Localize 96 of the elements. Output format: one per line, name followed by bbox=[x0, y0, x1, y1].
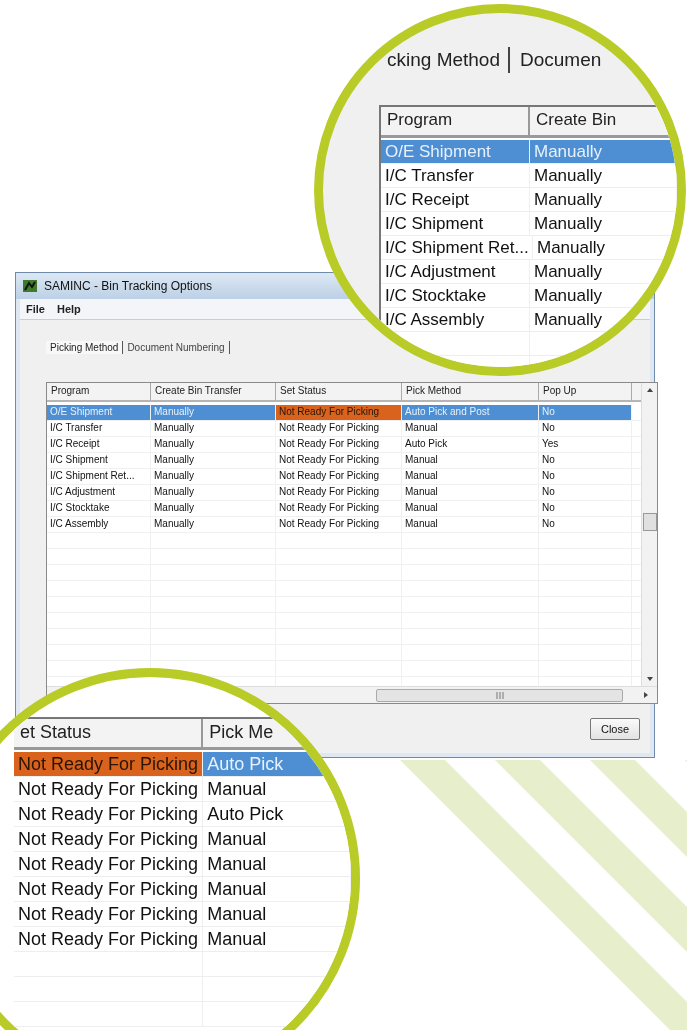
table-cell: Yes bbox=[539, 437, 632, 452]
table-cell: Auto Pick bbox=[203, 802, 351, 826]
table-cell: Manually bbox=[151, 501, 276, 516]
table-cell: Not Ready For Picking bbox=[276, 517, 402, 532]
table-cell: Manually bbox=[530, 212, 677, 235]
table-cell: Manually bbox=[151, 485, 276, 500]
tab[interactable]: Picking Method bbox=[46, 340, 124, 354]
table-cell: I/C Assembly bbox=[381, 308, 530, 331]
table-cell: Manual bbox=[402, 517, 539, 532]
table-cell: Not Ready For Picking bbox=[276, 405, 402, 420]
table-cell: Manually bbox=[530, 284, 677, 307]
table-cell: Manually bbox=[151, 437, 276, 452]
menu-item[interactable]: File bbox=[26, 303, 45, 315]
table-cell: Manual bbox=[203, 777, 351, 801]
table-cell: Auto Pick and Post bbox=[402, 405, 539, 420]
table-cell: Not Ready For Picking bbox=[14, 927, 204, 951]
column-header: et Status bbox=[14, 719, 204, 747]
table-cell: Manually bbox=[530, 164, 677, 187]
table-cell: Manually bbox=[530, 188, 677, 211]
vertical-scrollbar[interactable] bbox=[641, 383, 657, 686]
column-header[interactable]: Pick Method bbox=[402, 383, 539, 400]
table-cell: Auto Pick bbox=[402, 437, 539, 452]
scroll-right-icon bbox=[643, 691, 649, 699]
table-cell: Manual bbox=[203, 827, 351, 851]
table-cell: Manual bbox=[402, 485, 539, 500]
table-cell: I/C Adjustment bbox=[47, 485, 151, 500]
table-cell: Not Ready For Picking bbox=[14, 902, 204, 926]
table-cell: Not Ready For Picking bbox=[276, 469, 402, 484]
table-cell: Manual bbox=[402, 469, 539, 484]
app-icon bbox=[22, 278, 38, 294]
table-cell: No bbox=[539, 453, 632, 468]
table-cell: Not Ready For Picking bbox=[14, 802, 204, 826]
table-cell: No bbox=[539, 469, 632, 484]
table-cell: Not Ready For Picking bbox=[14, 777, 204, 801]
table-cell: Not Ready For Picking bbox=[276, 437, 402, 452]
table-cell: Not Ready For Picking bbox=[276, 485, 402, 500]
close-button[interactable]: Close bbox=[590, 718, 640, 740]
table-cell: Manual bbox=[203, 877, 351, 901]
table-cell: Manual bbox=[203, 852, 351, 876]
scroll-up-icon bbox=[645, 387, 654, 393]
column-header[interactable]: Pop Up bbox=[539, 383, 632, 400]
table-cell: Not Ready For Picking bbox=[14, 852, 204, 876]
column-header: Create Bin bbox=[530, 107, 677, 135]
table-cell: No bbox=[539, 485, 632, 500]
column-header[interactable]: Set Status bbox=[276, 383, 402, 400]
column-header: Program bbox=[381, 107, 530, 135]
table-cell: I/C Receipt bbox=[381, 188, 530, 211]
table-cell: Manual bbox=[402, 421, 539, 436]
table-cell: Not Ready For Picking bbox=[276, 501, 402, 516]
grip-icon bbox=[495, 691, 504, 699]
scroll-thumb[interactable] bbox=[376, 688, 623, 702]
table-cell: I/C Transfer bbox=[47, 421, 151, 436]
window-title: SAMINC - Bin Tracking Options bbox=[44, 279, 213, 293]
table-cell: No bbox=[539, 517, 632, 532]
table-cell: I/C Shipment Ret... bbox=[381, 236, 533, 259]
table-cell: I/C Shipment Ret... bbox=[47, 469, 151, 484]
table-cell: I/C Stocktake bbox=[381, 284, 530, 307]
tab[interactable]: Document Numbering bbox=[123, 340, 230, 354]
table-cell: I/C Transfer bbox=[381, 164, 530, 187]
table-cell: Manual bbox=[402, 501, 539, 516]
menu-item[interactable]: Help bbox=[56, 303, 81, 315]
table-cell: No bbox=[539, 405, 632, 420]
table-cell: Manual bbox=[203, 902, 351, 926]
table-cell: Manually bbox=[151, 517, 276, 532]
scroll-down-icon bbox=[645, 676, 654, 682]
table-cell: Not Ready For Picking bbox=[276, 453, 402, 468]
column-header[interactable]: Create Bin Transfer bbox=[151, 383, 276, 400]
column-header: Pick Me bbox=[203, 719, 351, 747]
tab-label: Documen bbox=[519, 48, 603, 72]
table-cell: O/E Shipment bbox=[47, 405, 151, 420]
table-cell: Manually bbox=[530, 140, 677, 163]
table-cell: Manual bbox=[203, 927, 351, 951]
table-cell: No bbox=[539, 501, 632, 516]
table-cell: Manually bbox=[533, 236, 677, 259]
table-cell: Manually bbox=[151, 421, 276, 436]
table-cell: I/C Shipment bbox=[47, 453, 151, 468]
table-cell: No bbox=[539, 421, 632, 436]
column-header[interactable]: Program bbox=[47, 383, 151, 400]
table-cell: Manually bbox=[530, 260, 677, 283]
table-cell: I/C Adjustment bbox=[381, 260, 530, 283]
table-cell: Not Ready For Picking bbox=[276, 421, 402, 436]
table-cell: Manually bbox=[151, 453, 276, 468]
table-cell: I/C Receipt bbox=[47, 437, 151, 452]
table-cell: Manually bbox=[151, 405, 276, 420]
table-cell: Manual bbox=[402, 453, 539, 468]
table-cell: Not Ready For Picking bbox=[14, 827, 204, 851]
tab-label: cking Method bbox=[385, 47, 510, 73]
table-cell: Not Ready For Picking bbox=[14, 752, 204, 776]
table-cell: Manually bbox=[151, 469, 276, 484]
table-cell: O/E Shipment bbox=[381, 140, 530, 163]
table-cell: I/C Assembly bbox=[47, 517, 151, 532]
table-cell: Manually bbox=[530, 308, 677, 331]
table-cell: I/C Stocktake bbox=[47, 501, 151, 516]
table-cell: Not Ready For Picking bbox=[14, 877, 204, 901]
scroll-thumb[interactable] bbox=[642, 513, 657, 531]
table-cell: I/C Shipment bbox=[381, 212, 530, 235]
